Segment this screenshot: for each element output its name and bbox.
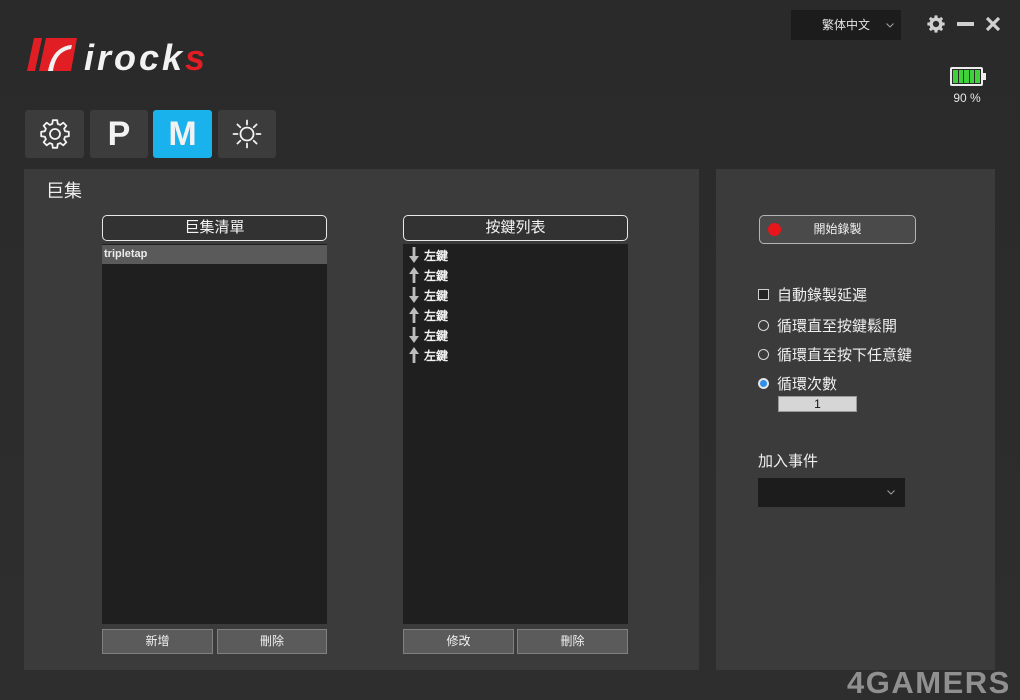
key-action-label: 左鍵	[424, 288, 449, 303]
add-event-label: 加入事件	[758, 453, 819, 470]
tab-settings[interactable]	[25, 110, 84, 158]
auto-delay-checkbox[interactable]	[758, 288, 769, 300]
key-action-label: 左鍵	[424, 268, 449, 283]
key-list-item[interactable]: 左鍵	[403, 285, 628, 305]
key-list[interactable]: 左鍵 左鍵 左鍵 左鍵 左鍵 左鍵	[403, 244, 628, 624]
start-recording-button[interactable]: 開始錄製	[759, 215, 916, 244]
arrow-up-icon	[409, 307, 419, 323]
auto-delay-label: 自動錄製延遲	[777, 286, 868, 304]
key-list-item[interactable]: 左鍵	[403, 325, 628, 345]
arrow-down-icon	[409, 327, 419, 343]
loop-until-any-key-radio[interactable]	[758, 348, 769, 360]
delete-key-button[interactable]: 刪除	[517, 629, 628, 654]
watermark: 4GAMERS	[847, 665, 1011, 700]
battery-terminal	[983, 73, 986, 80]
loop-until-any-key-option[interactable]: 循環直至按下任意鍵	[758, 344, 912, 364]
add-event-dropdown[interactable]	[758, 478, 905, 507]
key-list-header: 按鍵列表	[403, 215, 628, 241]
app-window: irocks 繁体中文 90 % P M 巨集 巨集清單 tripletap 新…	[0, 0, 1020, 700]
minimize-icon[interactable]	[957, 22, 974, 26]
recording-panel: 開始錄製 自動錄製延遲 循環直至按鍵鬆開 循環直至按下任意鍵 循環次數 1 加入…	[716, 169, 995, 670]
key-action-label: 左鍵	[424, 328, 449, 343]
add-macro-button[interactable]: 新增	[102, 629, 213, 654]
macro-list-header: 巨集清單	[102, 215, 327, 241]
language-dropdown[interactable]: 繁体中文	[791, 10, 901, 40]
tab-macro[interactable]: M	[153, 110, 212, 158]
macro-list-item[interactable]: tripletap	[102, 245, 327, 264]
section-title: 巨集	[46, 181, 82, 201]
edit-key-button[interactable]: 修改	[403, 629, 514, 654]
sun-icon	[232, 119, 262, 149]
loop-count-label: 循環次數	[777, 375, 838, 393]
loop-until-release-radio[interactable]	[758, 319, 769, 331]
arrow-up-icon	[409, 347, 419, 363]
key-list-item[interactable]: 左鍵	[403, 245, 628, 265]
irocks-logo-mark-icon	[27, 38, 77, 71]
loop-count-radio[interactable]	[758, 377, 769, 389]
arrow-down-icon	[409, 287, 419, 303]
chevron-down-icon	[887, 490, 895, 495]
close-icon[interactable]	[985, 16, 1001, 32]
language-value: 繁体中文	[822, 18, 871, 32]
battery-icon	[950, 67, 983, 86]
key-action-label: 左鍵	[424, 308, 449, 323]
battery-percent-label: 90 %	[953, 91, 981, 105]
battery-bar	[969, 70, 975, 83]
loop-count-option[interactable]: 循環次數	[758, 373, 837, 393]
key-list-item[interactable]: 左鍵	[403, 345, 628, 365]
start-recording-label: 開始錄製	[813, 222, 862, 236]
key-list-item[interactable]: 左鍵	[403, 265, 628, 285]
macro-list[interactable]: tripletap	[102, 244, 327, 624]
key-action-label: 左鍵	[424, 348, 449, 363]
battery-bar	[964, 70, 969, 83]
tab-profile-label: P	[107, 115, 131, 153]
battery-bar	[953, 70, 958, 83]
tab-profile[interactable]: P	[90, 110, 148, 158]
settings-gear-icon[interactable]	[926, 14, 946, 34]
record-dot-icon	[768, 223, 781, 236]
key-action-label: 左鍵	[424, 248, 449, 263]
loop-until-release-label: 循環直至按鍵鬆開	[777, 317, 898, 335]
logo-text-main: irock	[84, 37, 186, 78]
loop-until-any-key-label: 循環直至按下任意鍵	[777, 346, 913, 364]
auto-delay-checkbox-row[interactable]: 自動錄製延遲	[758, 284, 867, 304]
arrow-down-icon	[409, 247, 419, 263]
delete-macro-button[interactable]: 刪除	[217, 629, 327, 654]
tab-lighting[interactable]	[218, 110, 276, 158]
logo-text-accent: s	[185, 37, 209, 78]
battery-bar	[975, 70, 980, 83]
arrow-up-icon	[409, 267, 419, 283]
loop-count-input[interactable]: 1	[778, 396, 857, 412]
loop-until-release-option[interactable]: 循環直至按鍵鬆開	[758, 315, 897, 335]
irocks-logo-text: irocks	[84, 40, 208, 76]
macro-panel: 巨集 巨集清單 tripletap 新增 刪除 按鍵列表 左鍵 左鍵 左鍵 左鍵	[24, 169, 699, 670]
battery-bar	[958, 70, 964, 83]
chevron-down-icon	[886, 23, 894, 28]
gear-icon	[39, 119, 70, 149]
tab-macro-label: M	[168, 115, 197, 153]
key-list-item[interactable]: 左鍵	[403, 305, 628, 325]
